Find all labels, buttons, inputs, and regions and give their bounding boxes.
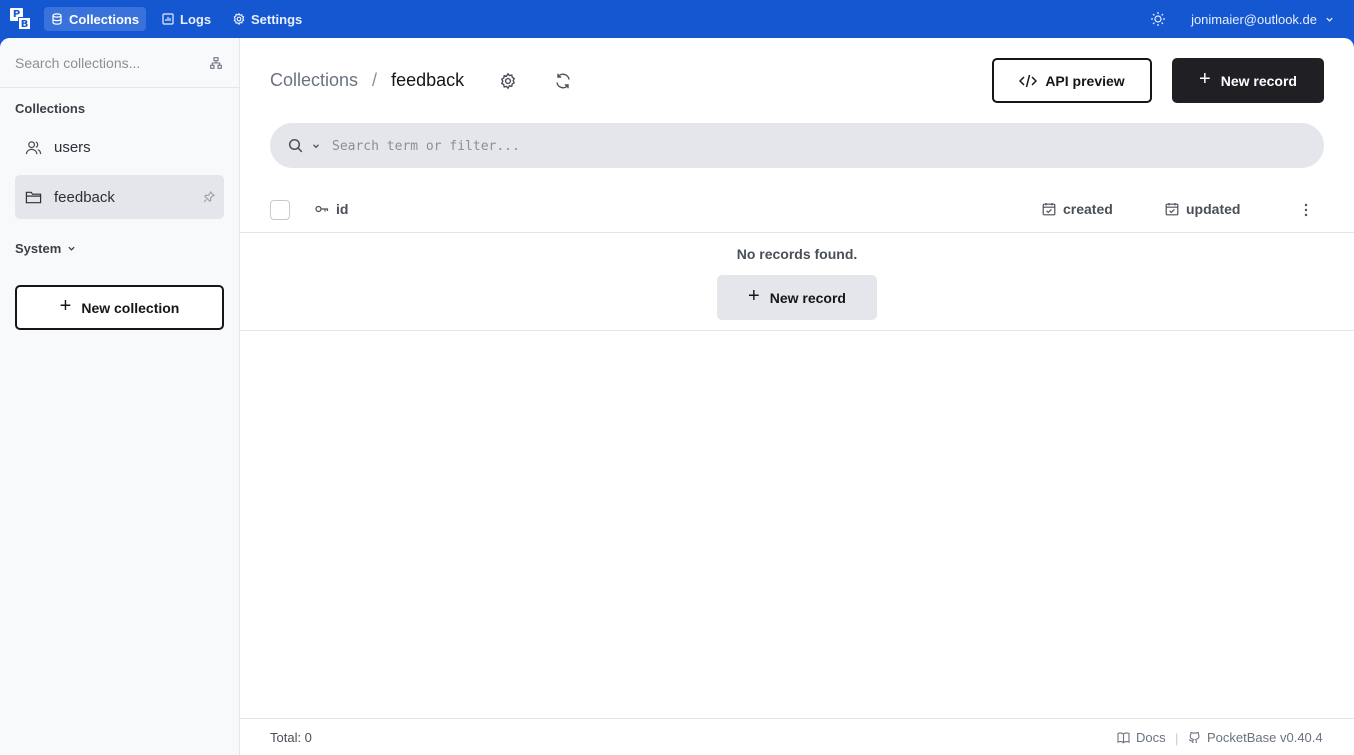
sidebar-item-feedback[interactable]: feedback [15, 175, 224, 219]
sidebar: Collections users feedback System + New … [0, 38, 240, 755]
more-vertical-icon[interactable] [1298, 201, 1314, 219]
version-link[interactable]: PocketBase v0.40.4 [1188, 730, 1323, 745]
database-icon [52, 13, 62, 25]
search-icon [288, 138, 303, 153]
docs-link[interactable]: Docs [1117, 730, 1166, 745]
breadcrumb-current: feedback [391, 70, 465, 90]
nav-settings[interactable]: Settings [226, 7, 309, 31]
footer-divider: | [1175, 731, 1179, 746]
nav-collections-label: Collections [69, 11, 140, 27]
new-record-button[interactable]: + New record [1172, 58, 1324, 103]
user-menu[interactable]: jonimaier@outlook.de [1191, 0, 1334, 38]
folder-icon [25, 191, 42, 203]
app-container: Collections users feedback System + New … [0, 38, 1354, 755]
plus-icon: + [59, 295, 72, 317]
records-search-input[interactable] [332, 135, 1232, 157]
records-search-bar [270, 123, 1324, 168]
empty-state: No records found. + New record [240, 233, 1354, 331]
table-header: id created updated [240, 188, 1354, 233]
code-icon [1019, 74, 1038, 87]
gear-icon [233, 13, 245, 25]
calendar-icon [1042, 203, 1056, 216]
plus-icon: + [748, 284, 760, 307]
column-header-label: id [336, 201, 349, 217]
docs-label: Docs [1136, 730, 1166, 745]
sidebar-item-label: feedback [54, 188, 115, 206]
column-header-id[interactable]: id [315, 201, 348, 217]
new-record-label: New record [1220, 72, 1297, 89]
total-count: Total: 0 [270, 730, 312, 745]
system-section-toggle[interactable]: System [15, 241, 76, 256]
chart-icon [162, 13, 174, 25]
collections-section-title: Collections [15, 101, 86, 116]
nav-logs-label: Logs [180, 11, 212, 27]
column-header-label: created [1063, 201, 1113, 217]
collection-settings-gear-icon[interactable] [499, 72, 517, 90]
pin-icon[interactable] [203, 191, 215, 203]
system-label: System [15, 241, 62, 256]
logo-letter-b: B [18, 17, 31, 30]
chevron-down-icon[interactable] [312, 142, 320, 150]
main-content: Collections / feedback API preview + New… [240, 38, 1354, 755]
sidebar-item-label: users [54, 138, 91, 156]
footer: Total: 0 Docs | PocketBase v0.40.4 [240, 718, 1354, 755]
api-preview-label: API preview [1045, 72, 1125, 89]
refresh-icon[interactable] [554, 72, 572, 90]
sun-icon[interactable] [1150, 11, 1166, 27]
pocketbase-logo[interactable]: P B [10, 8, 32, 30]
breadcrumb: Collections / feedback [270, 70, 464, 91]
users-icon [25, 140, 42, 154]
breadcrumb-separator: / [372, 70, 378, 90]
nav-collections[interactable]: Collections [44, 7, 147, 31]
chevron-down-icon [1326, 17, 1333, 22]
tree-structure-icon[interactable] [210, 57, 222, 69]
empty-state-text: No records found. [736, 246, 858, 262]
user-email: jonimaier@outlook.de [1191, 11, 1317, 27]
column-header-label: updated [1186, 201, 1241, 217]
top-navbar: P B Collections Logs Settings jonimaier@… [0, 0, 1354, 38]
empty-new-record-button[interactable]: + New record [717, 275, 877, 320]
nav-settings-label: Settings [251, 11, 303, 27]
nav-logs[interactable]: Logs [155, 7, 218, 31]
book-icon [1117, 732, 1130, 744]
breadcrumb-root[interactable]: Collections [270, 70, 358, 91]
empty-new-record-label: New record [769, 289, 846, 306]
plus-icon: + [1199, 67, 1211, 90]
select-all-checkbox[interactable] [270, 200, 290, 220]
new-collection-button[interactable]: + New collection [15, 285, 224, 330]
sidebar-search [0, 38, 239, 88]
key-icon [315, 205, 329, 213]
calendar-icon [1165, 203, 1179, 216]
column-header-updated[interactable]: updated [1165, 201, 1240, 217]
github-icon [1189, 731, 1200, 743]
version-label: PocketBase v0.40.4 [1207, 730, 1323, 745]
chevron-down-icon [68, 246, 75, 251]
column-header-created[interactable]: created [1042, 201, 1113, 217]
new-collection-label: New collection [81, 299, 180, 316]
api-preview-button[interactable]: API preview [992, 58, 1152, 103]
collections-search-input[interactable] [15, 53, 195, 73]
sidebar-item-users[interactable]: users [15, 125, 224, 169]
